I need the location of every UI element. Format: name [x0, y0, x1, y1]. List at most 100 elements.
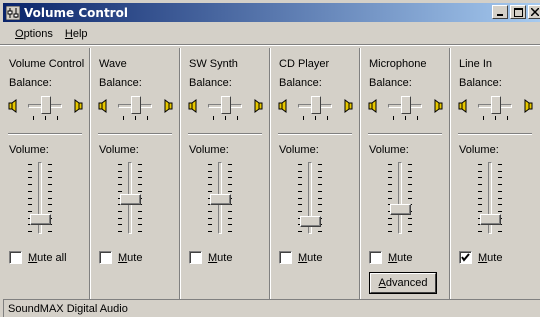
speaker-right-icon	[434, 99, 443, 113]
speaker-right-icon	[164, 99, 173, 113]
balance-thumb[interactable]	[221, 96, 231, 114]
balance-label: Balance:	[9, 77, 52, 89]
balance-slider[interactable]	[188, 96, 263, 124]
divider	[458, 133, 532, 135]
mute-checkbox[interactable]: Mute	[279, 251, 322, 264]
speaker-right-icon	[524, 99, 533, 113]
maximize-icon	[513, 7, 523, 17]
menu-help[interactable]: Help	[59, 28, 94, 40]
volume-slider[interactable]	[470, 162, 510, 234]
title-bar[interactable]: Volume Control	[3, 3, 540, 22]
channel-name: Microphone	[369, 58, 427, 70]
balance-thumb[interactable]	[401, 96, 411, 114]
balance-slider[interactable]	[8, 96, 83, 124]
volume-slider[interactable]	[20, 162, 60, 234]
balance-slider[interactable]	[458, 96, 533, 124]
close-icon	[530, 8, 539, 16]
advanced-button[interactable]: Advanced	[369, 272, 437, 294]
volume-slider[interactable]	[380, 162, 420, 234]
mute-checkbox[interactable]: Mute	[99, 251, 142, 264]
balance-label: Balance:	[279, 77, 322, 89]
minimize-button[interactable]	[492, 5, 508, 19]
channel-column: Microphone Balance: Volume: Mute Advance…	[360, 52, 450, 296]
balance-thumb[interactable]	[311, 96, 321, 114]
volume-thumb[interactable]	[300, 216, 321, 227]
volume-thumb[interactable]	[120, 194, 141, 206]
mute-checkbox[interactable]: Mute	[189, 251, 232, 264]
mute-label: Mute	[208, 251, 233, 264]
volume-thumb[interactable]	[30, 213, 51, 225]
mute-checkbox[interactable]: Mute	[369, 251, 412, 264]
divider	[278, 133, 352, 135]
close-button[interactable]	[528, 5, 540, 19]
maximize-button[interactable]	[510, 5, 526, 19]
mute-checkbox[interactable]: Mute all	[9, 251, 67, 264]
channel-column: Line In Balance: Volume: Mute	[450, 52, 540, 296]
speaker-left-icon	[368, 99, 377, 113]
volume-slider[interactable]	[200, 162, 240, 234]
speaker-left-icon	[458, 99, 467, 113]
channel-name: Volume Control	[9, 58, 85, 70]
speaker-right-icon	[254, 99, 263, 113]
volume-label: Volume:	[369, 144, 409, 156]
menu-bar: Options Help	[3, 25, 94, 43]
channel-column: CD Player Balance: Volume: Mute	[270, 52, 360, 296]
column-separator	[89, 48, 91, 299]
speaker-left-icon	[188, 99, 197, 113]
volume-thumb[interactable]	[390, 204, 411, 215]
divider	[188, 133, 262, 135]
checkbox-box[interactable]	[189, 251, 202, 264]
mute-label: Mute	[478, 251, 503, 264]
mute-label: Mute	[388, 251, 413, 264]
volume-label: Volume:	[459, 144, 499, 156]
speaker-left-icon	[98, 99, 107, 113]
volume-label: Volume:	[99, 144, 139, 156]
volume-thumb[interactable]	[480, 213, 501, 225]
divider	[98, 133, 172, 135]
balance-slider[interactable]	[278, 96, 353, 124]
volume-label: Volume:	[279, 144, 319, 156]
speaker-right-icon	[344, 99, 353, 113]
column-separator	[269, 48, 271, 299]
checkbox-box[interactable]	[9, 251, 22, 264]
balance-label: Balance:	[189, 77, 232, 89]
volume-track	[398, 162, 402, 234]
balance-slider[interactable]	[368, 96, 443, 124]
channel-column: SW Synth Balance: Volume: Mute	[180, 52, 270, 296]
balance-slider[interactable]	[98, 96, 173, 124]
channel-name: CD Player	[279, 58, 330, 70]
status-text: SoundMAX Digital Audio	[8, 302, 128, 315]
channel-column: Volume Control Balance: Volume: Mute all	[0, 52, 90, 296]
app-icon	[5, 5, 21, 20]
balance-label: Balance:	[459, 77, 502, 89]
balance-thumb[interactable]	[41, 96, 51, 114]
balance-label: Balance:	[369, 77, 412, 89]
menu-options[interactable]: Options	[3, 28, 59, 40]
balance-label: Balance:	[99, 77, 142, 89]
channel-name: SW Synth	[189, 58, 238, 70]
status-bar: SoundMAX Digital Audio	[3, 299, 540, 317]
speaker-left-icon	[8, 99, 17, 113]
speaker-right-icon	[74, 99, 83, 113]
checkbox-box[interactable]	[459, 251, 472, 264]
divider	[8, 133, 82, 135]
checkbox-box[interactable]	[279, 251, 292, 264]
speaker-left-icon	[278, 99, 287, 113]
divider	[368, 133, 442, 135]
window-title: Volume Control	[24, 5, 128, 20]
balance-thumb[interactable]	[131, 96, 141, 114]
volume-thumb[interactable]	[210, 194, 231, 206]
volume-control-window: Volume Control Options Help Volume Contr…	[0, 0, 540, 317]
mute-checkbox[interactable]: Mute	[459, 251, 502, 264]
column-separator	[179, 48, 181, 299]
balance-thumb[interactable]	[491, 96, 501, 114]
channel-name: Wave	[99, 58, 127, 70]
volume-slider[interactable]	[110, 162, 150, 234]
column-separator	[359, 48, 361, 299]
volume-slider[interactable]	[290, 162, 330, 234]
checkbox-box[interactable]	[99, 251, 112, 264]
minimize-icon	[497, 14, 503, 16]
checkbox-box[interactable]	[369, 251, 382, 264]
volume-label: Volume:	[9, 144, 49, 156]
mute-label: Mute	[298, 251, 323, 264]
